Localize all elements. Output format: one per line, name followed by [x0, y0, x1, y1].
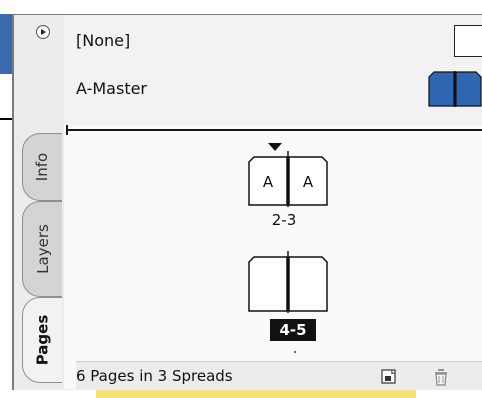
tab-layers[interactable]: Layers — [22, 201, 62, 297]
spread-4-5[interactable] — [248, 251, 328, 313]
tab-info[interactable]: Info — [22, 133, 62, 201]
background-top — [0, 0, 482, 14]
master-a-thumbnail[interactable] — [428, 71, 482, 107]
master-none-item[interactable]: [None] — [76, 31, 130, 50]
pages-panel: Info Layers Pages [None] A-Master A A 2-… — [12, 14, 482, 390]
spread-2-3-label[interactable]: 2-3 — [254, 211, 314, 229]
trash-icon[interactable] — [432, 367, 450, 387]
spread-2-3[interactable]: A A — [248, 143, 328, 207]
status-bar: 6 Pages in 3 Spreads — [76, 361, 482, 390]
page-count-status: 6 Pages in 3 Spreads — [76, 367, 233, 385]
spread-divider-dot — [294, 351, 296, 353]
panel-menu-icon[interactable] — [36, 25, 50, 39]
background-highlight — [96, 390, 416, 398]
master-a-item[interactable]: A-Master — [76, 79, 147, 98]
panel-tabs: Info Layers Pages — [14, 15, 62, 389]
pages-content: [None] A-Master A A 2-3 4-5 6 Pages in 3 — [64, 15, 482, 390]
spread-4-5-label-selected[interactable]: 4-5 — [270, 319, 316, 341]
tab-layers-label: Layers — [33, 224, 52, 274]
tab-info-label: Info — [33, 152, 52, 182]
background-tick — [0, 118, 12, 120]
tab-pages-label: Pages — [33, 314, 52, 366]
master-none-thumbnail[interactable] — [454, 25, 482, 57]
play-triangle-icon — [41, 29, 46, 35]
tab-pages[interactable]: Pages — [22, 297, 62, 383]
new-page-icon[interactable] — [380, 368, 398, 386]
spread-2-3-left-prefix: A — [263, 173, 274, 191]
masters-pages-divider[interactable] — [66, 129, 482, 131]
spread-2-3-right-prefix: A — [303, 173, 314, 191]
